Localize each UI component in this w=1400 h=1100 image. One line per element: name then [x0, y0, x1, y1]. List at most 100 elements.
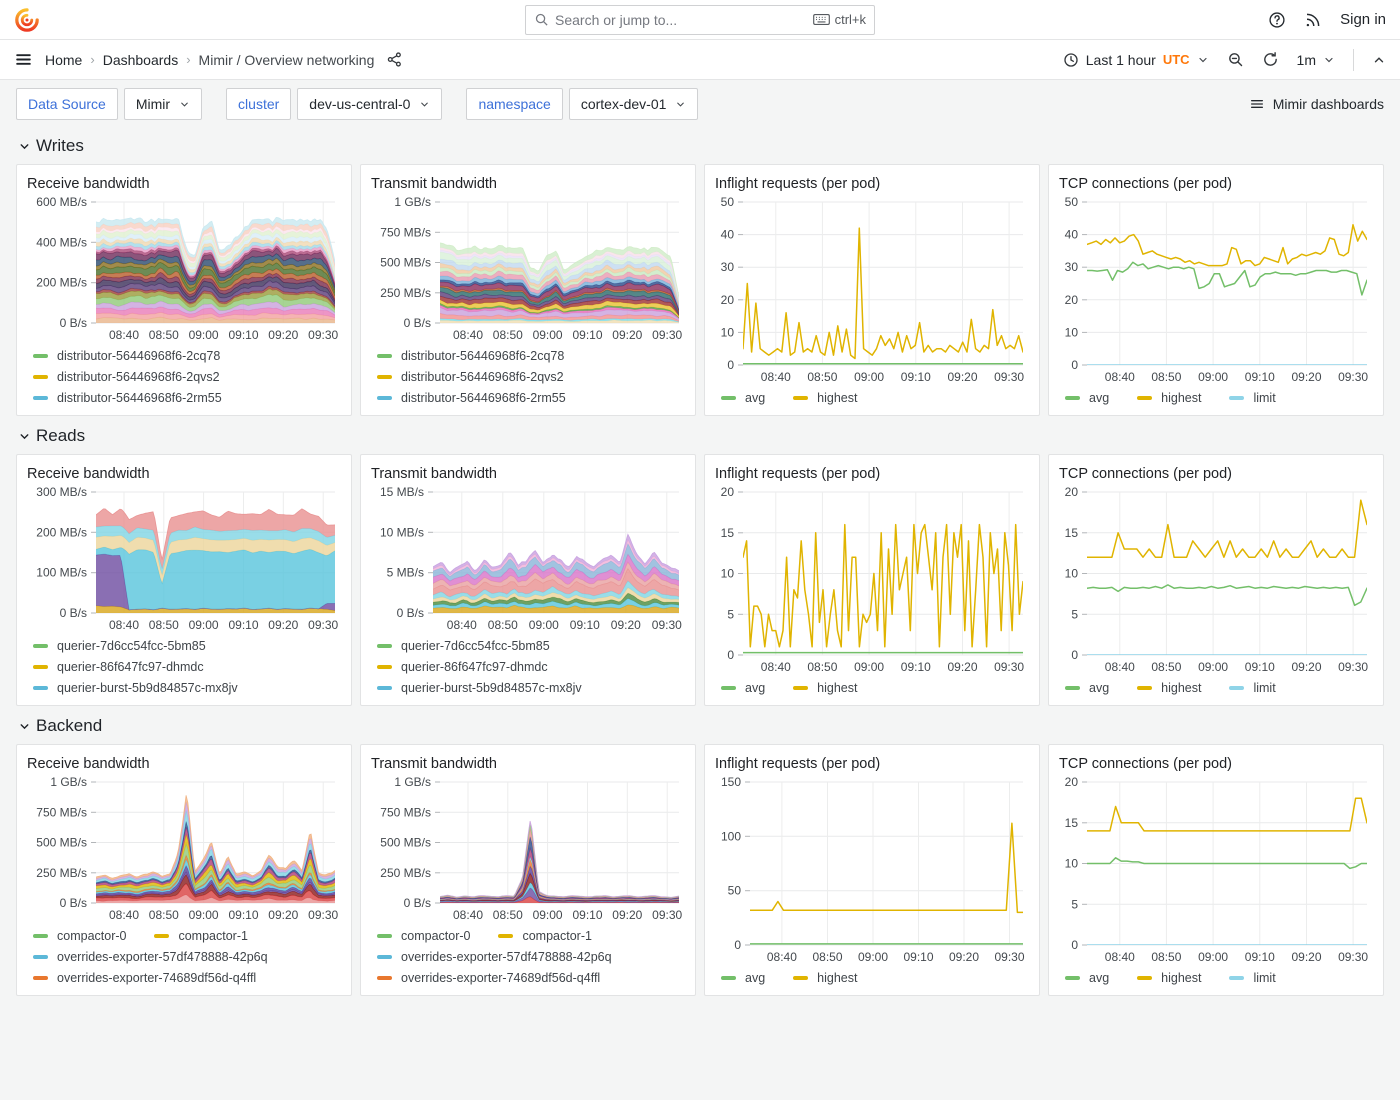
time-series-chart[interactable]: 0 B/s250 MB/s500 MB/s750 MB/s1 GB/s08:40…	[27, 775, 341, 924]
svg-text:40: 40	[721, 228, 735, 242]
legend-item[interactable]: distributor-56446968f6-2rm55	[33, 389, 222, 407]
grafana-logo[interactable]	[14, 7, 40, 33]
legend-item[interactable]: distributor-56446968f6-2cq78	[33, 347, 220, 365]
legend-item[interactable]: querier-7d6cc54fcc-5bm85	[33, 637, 206, 655]
legend-item[interactable]: limit	[1229, 389, 1275, 407]
legend-item[interactable]: querier-burst-5b9d84857c-mx8jv	[33, 679, 238, 697]
namespace-label[interactable]: namespace	[466, 88, 562, 120]
panel-title[interactable]: Receive bandwidth	[27, 753, 341, 775]
time-series-chart[interactable]: 0 B/s200 MB/s400 MB/s600 MB/s08:4008:500…	[27, 195, 341, 344]
panel-title[interactable]: Inflight requests (per pod)	[715, 753, 1029, 775]
time-series-chart[interactable]: 0 B/s250 MB/s500 MB/s750 MB/s1 GB/s08:40…	[371, 195, 685, 344]
svg-text:09:10: 09:10	[228, 328, 258, 342]
svg-text:250 MB/s: 250 MB/s	[380, 286, 431, 300]
panel-title[interactable]: Inflight requests (per pod)	[715, 463, 1029, 485]
panel-title[interactable]: Receive bandwidth	[27, 173, 341, 195]
panel-title[interactable]: TCP connections (per pod)	[1059, 173, 1373, 195]
svg-text:09:00: 09:00	[529, 618, 559, 632]
share-icon[interactable]	[386, 51, 403, 68]
rss-icon[interactable]	[1304, 11, 1322, 29]
legend-item[interactable]: avg	[721, 389, 765, 407]
legend-item[interactable]: avg	[1065, 969, 1109, 987]
panel-title[interactable]: TCP connections (per pod)	[1059, 463, 1373, 485]
refresh-icon[interactable]	[1262, 51, 1279, 68]
legend-item[interactable]: compactor-1	[154, 927, 247, 945]
time-series-chart[interactable]: 05010015008:4008:5009:0009:1009:2009:30	[715, 775, 1029, 966]
time-series-chart[interactable]: 0510152008:4008:5009:0009:1009:2009:30	[1059, 775, 1373, 966]
cluster-select[interactable]: dev-us-central-0	[297, 88, 442, 120]
collapse-toolbar-icon[interactable]	[1372, 53, 1386, 67]
namespace-select[interactable]: cortex-dev-01	[569, 88, 699, 120]
legend-item[interactable]: querier-burst-5b9d84857c-mx8jv	[377, 679, 582, 697]
legend-item[interactable]: highest	[793, 969, 857, 987]
legend-series-label: highest	[1161, 969, 1201, 987]
legend-item[interactable]: distributor-56446968f6-2qvs2	[33, 368, 220, 386]
svg-text:600 MB/s: 600 MB/s	[36, 195, 87, 209]
mimir-dashboards-button[interactable]: Mimir dashboards	[1249, 96, 1384, 112]
breadcrumb-dashboards[interactable]: Dashboards	[103, 52, 179, 68]
legend-item[interactable]: distributor-56446968f6-2rm55	[377, 389, 566, 407]
mega-menu-icon[interactable]	[14, 50, 33, 69]
legend-item[interactable]: avg	[1065, 679, 1109, 697]
legend-series-color	[1137, 396, 1152, 400]
panel-title[interactable]: Inflight requests (per pod)	[715, 173, 1029, 195]
panel-title[interactable]: Receive bandwidth	[27, 463, 341, 485]
legend-item[interactable]: limit	[1229, 679, 1275, 697]
legend-series-color	[33, 976, 48, 980]
search-input[interactable]	[555, 12, 807, 28]
time-series-chart[interactable]: 0102030405008:4008:5009:0009:1009:2009:3…	[715, 195, 1029, 386]
help-icon[interactable]	[1268, 11, 1286, 29]
time-series-chart[interactable]: 0 B/s250 MB/s500 MB/s750 MB/s1 GB/s08:40…	[371, 775, 685, 924]
datasource-label[interactable]: Data Source	[16, 88, 118, 120]
legend-item[interactable]: querier-86f647fc97-dhmdc	[33, 658, 204, 676]
time-range-picker[interactable]: Last 1 hour UTC	[1063, 52, 1209, 68]
legend-item[interactable]: avg	[721, 969, 765, 987]
panel-title[interactable]: Transmit bandwidth	[371, 463, 685, 485]
svg-text:400 MB/s: 400 MB/s	[36, 235, 87, 249]
search-bar[interactable]: ctrl+k	[525, 5, 875, 35]
time-series-chart[interactable]: 0 B/s100 MB/s200 MB/s300 MB/s08:4008:500…	[27, 485, 341, 634]
cluster-label[interactable]: cluster	[226, 88, 291, 120]
legend-item[interactable]: compactor-0	[33, 927, 126, 945]
legend-item[interactable]: highest	[793, 679, 857, 697]
legend-item[interactable]: highest	[1137, 679, 1201, 697]
section-header-writes[interactable]: Writes	[18, 136, 1384, 156]
svg-text:09:30: 09:30	[994, 950, 1024, 964]
legend-item[interactable]: querier-7d6cc54fcc-5bm85	[377, 637, 550, 655]
legend-item[interactable]: highest	[1137, 969, 1201, 987]
legend-item[interactable]: compactor-1	[498, 927, 591, 945]
legend-item[interactable]: highest	[793, 389, 857, 407]
svg-text:150: 150	[721, 775, 741, 789]
legend-item[interactable]: overrides-exporter-74689df56d-q4ffl	[33, 969, 256, 987]
legend-item[interactable]: highest	[1137, 389, 1201, 407]
legend-item[interactable]: limit	[1229, 969, 1275, 987]
datasource-select[interactable]: Mimir	[124, 88, 202, 120]
zoom-out-icon[interactable]	[1227, 51, 1244, 68]
panel-title[interactable]: Transmit bandwidth	[371, 173, 685, 195]
breadcrumb-home[interactable]: Home	[45, 52, 82, 68]
section-header-backend[interactable]: Backend	[18, 716, 1384, 736]
legend-item[interactable]: overrides-exporter-74689df56d-q4ffl	[377, 969, 600, 987]
panel-title[interactable]: Transmit bandwidth	[371, 753, 685, 775]
legend-item[interactable]: querier-86f647fc97-dhmdc	[377, 658, 548, 676]
time-series-chart[interactable]: 0510152008:4008:5009:0009:1009:2009:30	[1059, 485, 1373, 676]
panel-legend: avg highest limit	[1059, 386, 1373, 407]
legend-item[interactable]: overrides-exporter-57df478888-42p6q	[33, 948, 268, 966]
time-series-chart[interactable]: 0102030405008:4008:5009:0009:1009:2009:3…	[1059, 195, 1373, 386]
time-series-chart[interactable]: 0510152008:4008:5009:0009:1009:2009:30	[715, 485, 1029, 676]
panel-legend: avg highest limit	[1059, 966, 1373, 987]
section-header-reads[interactable]: Reads	[18, 426, 1384, 446]
legend-item[interactable]: overrides-exporter-57df478888-42p6q	[377, 948, 612, 966]
sign-in-link[interactable]: Sign in	[1340, 11, 1386, 28]
panel-title[interactable]: TCP connections (per pod)	[1059, 753, 1373, 775]
legend-item[interactable]: avg	[721, 679, 765, 697]
time-series-chart[interactable]: 0 B/s5 MB/s10 MB/s15 MB/s08:4008:5009:00…	[371, 485, 685, 634]
chevron-down-icon	[18, 430, 31, 443]
legend-item[interactable]: distributor-56446968f6-2qvs2	[377, 368, 564, 386]
refresh-interval-picker[interactable]: 1m	[1297, 52, 1335, 68]
panel-writes-receive-bandwidth: Receive bandwidth 0 B/s200 MB/s400 MB/s6…	[16, 164, 352, 416]
legend-item[interactable]: avg	[1065, 389, 1109, 407]
legend-item[interactable]: distributor-56446968f6-2cq78	[377, 347, 564, 365]
legend-item[interactable]: compactor-0	[377, 927, 470, 945]
legend-series-color	[721, 686, 736, 690]
